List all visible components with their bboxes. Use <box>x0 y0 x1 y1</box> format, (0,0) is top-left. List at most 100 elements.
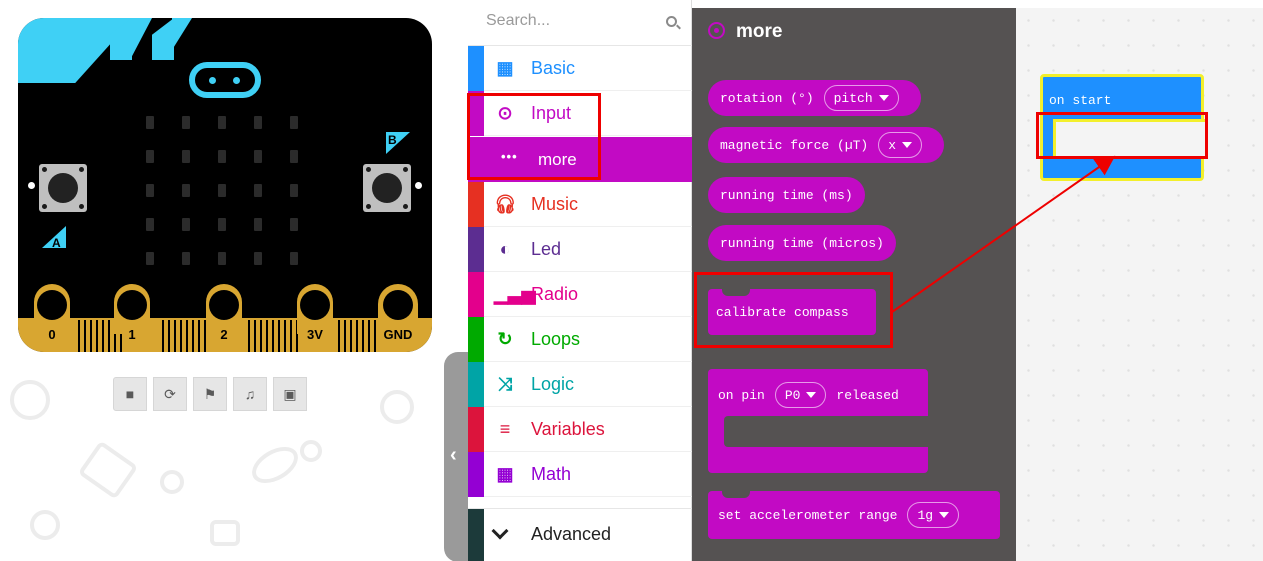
highlight-box-calibrate-compass <box>694 272 893 348</box>
accel-range-dropdown[interactable]: 1g <box>907 502 960 528</box>
led <box>182 184 190 197</box>
simulator-toolbar: ■ ⟳ ⚑ ♫ ▣ <box>113 377 307 411</box>
svg-text:B: B <box>388 133 397 147</box>
led <box>182 150 190 163</box>
led <box>146 184 154 197</box>
restart-icon[interactable]: ⟳ <box>153 377 187 411</box>
running-time-micros-block[interactable]: running time (micros) <box>708 225 896 261</box>
led <box>290 116 298 129</box>
block-label: on start <box>1049 93 1112 108</box>
list-icon: ≡ <box>499 418 511 439</box>
shuffle-icon: ⤨ <box>497 373 513 394</box>
category-basic[interactable]: ▦ Basic <box>468 46 692 91</box>
category-color-bar <box>468 509 484 561</box>
rotation-block[interactable]: rotation (°) pitch <box>708 80 921 116</box>
category-math[interactable]: ▦ Math <box>468 452 692 497</box>
background-doodle <box>245 439 305 491</box>
pin-2-label: 2 <box>220 327 228 342</box>
stop-icon[interactable]: ■ <box>113 377 147 411</box>
led <box>290 150 298 163</box>
led <box>182 252 190 265</box>
led <box>146 218 154 231</box>
led <box>218 116 226 129</box>
toolbox: ▦ Basic ⊙ Input ••• more 🎧︎ Music ◐ Led … <box>468 0 692 561</box>
led <box>290 218 298 231</box>
block-label: running time (micros) <box>720 235 884 251</box>
background-doodle <box>77 440 139 500</box>
microbit-board[interactable]: A B 0 1 2 3V GND <box>18 18 432 352</box>
edge-connector-strips <box>248 320 300 352</box>
category-label: Music <box>531 193 579 214</box>
category-led[interactable]: ◐ Led <box>468 227 692 272</box>
category-variables[interactable]: ≡ Variables <box>468 407 692 452</box>
dropdown-value: P0 <box>784 387 801 403</box>
dropdown-arrow-icon <box>939 512 950 518</box>
background-doodle <box>160 470 184 494</box>
magnetic-force-block[interactable]: magnetic force (µT) x <box>708 127 945 163</box>
dropdown-value: x <box>888 137 897 153</box>
background-doodle <box>380 390 414 424</box>
microbit-logo-icon[interactable] <box>189 62 261 98</box>
running-time-ms-block[interactable]: running time (ms) <box>708 177 865 213</box>
led <box>182 218 190 231</box>
background-doodle <box>30 510 60 540</box>
simulator-panel: A B 0 1 2 3V GND ■ ⟳ ⚑ ♫ ▣ ‹ <box>0 0 470 561</box>
on-pin-released-block[interactable]: on pin P0 released <box>708 369 928 473</box>
category-label: Loops <box>531 328 581 349</box>
category-label: Math <box>531 463 572 484</box>
led <box>254 184 262 197</box>
led <box>254 218 262 231</box>
button-a[interactable] <box>39 164 87 212</box>
screenshot-icon[interactable]: ▣ <box>273 377 307 411</box>
board-corner-decoration <box>152 18 174 60</box>
debug-icon[interactable]: ⚑ <box>193 377 227 411</box>
led <box>146 150 154 163</box>
led <box>290 252 298 265</box>
pin-hole <box>37 290 67 320</box>
led <box>146 116 154 129</box>
chevron-left-icon: ‹ <box>450 444 457 466</box>
pin-1-label: 1 <box>128 327 136 342</box>
pin-hole <box>117 290 147 320</box>
board-corner-decoration <box>130 18 152 60</box>
led <box>146 252 154 265</box>
category-music[interactable]: 🎧︎ Music <box>468 182 692 227</box>
category-logic[interactable]: ⤨ Logic <box>468 362 692 407</box>
edge-connector-strips <box>162 320 206 352</box>
category-label: Advanced <box>531 524 612 544</box>
set-accelerometer-range-block[interactable]: set accelerometer range 1g <box>708 491 1000 539</box>
statement-slot <box>724 416 928 447</box>
category-advanced[interactable]: Advanced <box>468 508 692 561</box>
loop-icon: ↻ <box>497 328 513 349</box>
category-color-bar <box>468 317 484 362</box>
category-radio[interactable]: ▁▃▅ Radio <box>468 272 692 317</box>
calculator-icon: ▦ <box>496 463 514 484</box>
block-label: magnetic force (µT) <box>720 137 869 153</box>
rotation-dropdown[interactable]: pitch <box>823 85 899 111</box>
category-color-bar <box>468 362 484 407</box>
pin-dropdown[interactable]: P0 <box>774 382 827 408</box>
highlight-box-input-more <box>467 93 601 180</box>
led <box>254 150 262 163</box>
category-color-bar <box>468 227 484 272</box>
category-label: Variables <box>531 418 605 439</box>
category-color-bar <box>468 272 484 317</box>
button-b[interactable] <box>363 164 411 212</box>
led <box>218 184 226 197</box>
input-icon <box>708 22 725 39</box>
highlight-box-on-start-slot <box>1036 112 1208 159</box>
magnetic-axis-dropdown[interactable]: x <box>878 132 923 158</box>
category-loops[interactable]: ↻ Loops <box>468 317 692 362</box>
pin-hole <box>300 290 330 320</box>
sound-icon[interactable]: ♫ <box>233 377 267 411</box>
board-hole <box>28 182 35 189</box>
collapse-simulator-button[interactable]: ‹ <box>444 352 470 561</box>
led <box>254 116 262 129</box>
search-input[interactable] <box>486 12 656 30</box>
dropdown-arrow-icon <box>878 95 889 101</box>
pin-0-label: 0 <box>48 327 56 342</box>
background-doodle <box>210 520 240 546</box>
svg-text:A: A <box>52 236 61 250</box>
search-icon[interactable] <box>666 16 677 27</box>
block-label: released <box>836 387 899 403</box>
